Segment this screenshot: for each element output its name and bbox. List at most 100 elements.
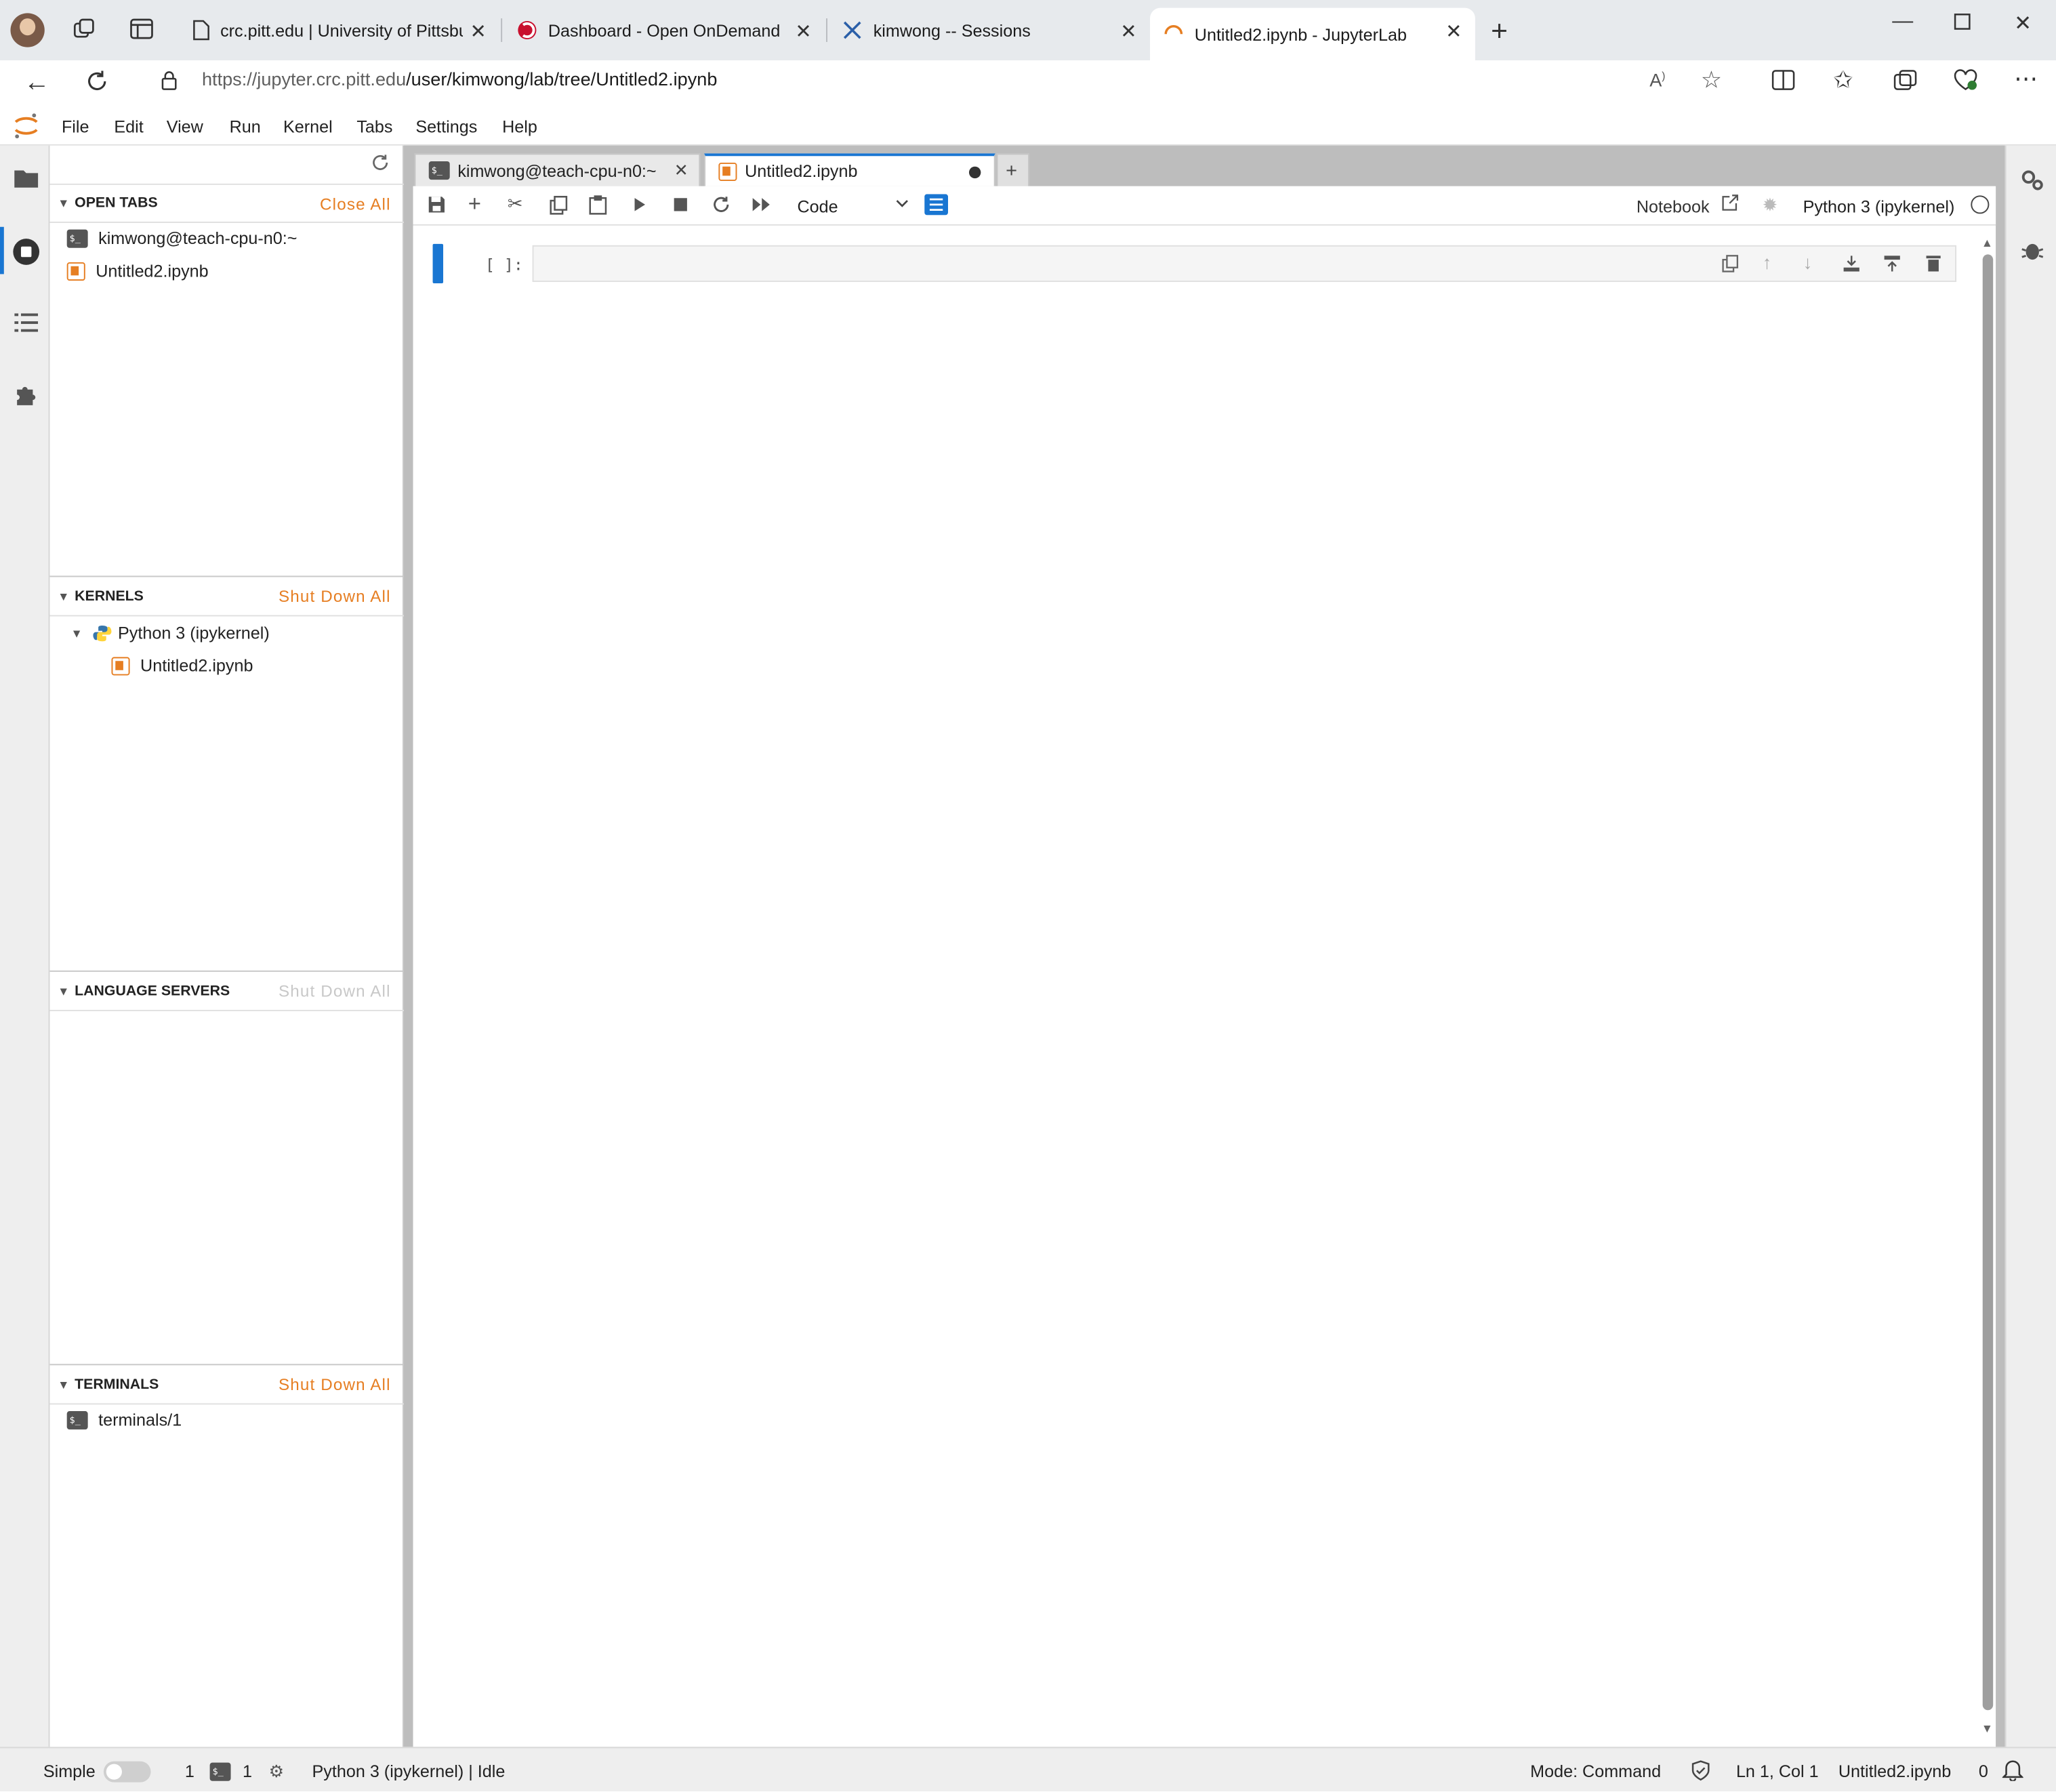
- window-close-icon[interactable]: ✕: [2014, 10, 2032, 37]
- kernel-name-button[interactable]: Python 3 (ipykernel): [1803, 197, 1955, 216]
- insert-below-icon[interactable]: [1883, 254, 1901, 272]
- browser-tab-jupyterlab[interactable]: Untitled2.ipynb - JupyterLab ✕: [1149, 7, 1475, 61]
- insert-cell-icon[interactable]: +: [468, 192, 481, 218]
- debugger-bug-icon[interactable]: ✹: [1763, 194, 1778, 216]
- close-icon[interactable]: ✕: [1445, 20, 1462, 43]
- menu-run[interactable]: Run: [230, 117, 261, 136]
- fast-forward-icon[interactable]: [752, 197, 771, 212]
- move-down-icon[interactable]: ↓: [1803, 252, 1813, 273]
- language-servers-section-header[interactable]: ▼ LANGUAGE SERVERS Shut Down All: [49, 972, 404, 1011]
- bell-icon[interactable]: [2002, 1759, 2023, 1781]
- browser-essentials-icon[interactable]: [1952, 68, 1979, 92]
- tab-actions-icon[interactable]: [130, 18, 154, 39]
- split-screen-icon[interactable]: [1771, 70, 1795, 91]
- close-icon[interactable]: ✕: [470, 20, 487, 43]
- kernels-section-header[interactable]: ▼ KERNELS Shut Down All: [49, 577, 404, 617]
- chevron-down-icon[interactable]: ▼: [70, 626, 82, 639]
- extensions-puzzle-icon[interactable]: [13, 382, 39, 408]
- maximize-icon[interactable]: [1954, 13, 1971, 30]
- shut-down-all-language-servers-button[interactable]: Shut Down All: [279, 982, 391, 1000]
- chevron-down-icon[interactable]: ▼: [58, 1378, 69, 1391]
- workspaces-icon[interactable]: [72, 17, 96, 41]
- close-icon[interactable]: ✕: [674, 160, 688, 181]
- notification-count[interactable]: 0: [1979, 1762, 1988, 1781]
- url-text[interactable]: https://jupyter.crc.pitt.edu/user/kimwon…: [202, 68, 717, 89]
- table-of-contents-icon[interactable]: [14, 312, 39, 333]
- copy-icon[interactable]: [550, 195, 568, 215]
- list-item[interactable]: $_ terminals/1: [66, 1410, 182, 1429]
- back-icon[interactable]: ←: [24, 68, 50, 99]
- menu-view[interactable]: View: [167, 117, 203, 136]
- scroll-down-icon[interactable]: ▼: [1981, 1722, 1993, 1735]
- chevron-down-icon[interactable]: ▼: [58, 984, 69, 997]
- save-icon[interactable]: [428, 195, 446, 213]
- close-all-button[interactable]: Close All: [320, 195, 391, 213]
- cursor-position[interactable]: Ln 1, Col 1: [1736, 1762, 1819, 1781]
- unsaved-dot-icon[interactable]: [968, 166, 981, 179]
- stop-icon[interactable]: [674, 198, 687, 211]
- minimize-icon[interactable]: —: [1892, 10, 1913, 34]
- favorites-icon[interactable]: ✩: [1833, 67, 1853, 95]
- browser-tab-crc[interactable]: crc.pitt.edu | University of Pittsbur ✕: [178, 8, 499, 53]
- close-icon[interactable]: ✕: [795, 20, 811, 43]
- shut-down-all-kernels-button[interactable]: Shut Down All: [279, 588, 391, 606]
- new-launcher-button[interactable]: +: [996, 153, 1029, 186]
- tab-notebook[interactable]: Untitled2.ipynb: [704, 153, 995, 186]
- read-aloud-icon[interactable]: A): [1649, 70, 1665, 91]
- debugger-icon[interactable]: [2021, 239, 2044, 262]
- menu-kernel[interactable]: Kernel: [283, 117, 333, 136]
- open-tabs-section-header[interactable]: ▼ OPEN TABS Close All: [49, 183, 404, 223]
- list-item[interactable]: Untitled2.ipynb: [66, 261, 209, 281]
- move-up-icon[interactable]: ↑: [1763, 252, 1772, 273]
- paste-icon[interactable]: [589, 194, 607, 215]
- terminals-section-header[interactable]: ▼ TERMINALS Shut Down All: [49, 1365, 404, 1405]
- folder-icon[interactable]: [13, 168, 39, 189]
- menu-help[interactable]: Help: [502, 117, 537, 136]
- reload-icon[interactable]: [84, 68, 110, 95]
- profile-avatar[interactable]: [10, 13, 45, 47]
- delete-cell-icon[interactable]: [1926, 254, 1941, 272]
- kernel-status[interactable]: Python 3 (ipykernel) | Idle: [312, 1762, 506, 1781]
- external-link-icon[interactable]: [1722, 194, 1739, 211]
- property-inspector-icon[interactable]: [924, 194, 949, 216]
- terminal-count[interactable]: 1: [243, 1762, 252, 1781]
- shield-check-icon[interactable]: [1691, 1760, 1710, 1781]
- collections-icon[interactable]: [1893, 70, 1917, 91]
- favorite-star-icon[interactable]: ☆: [1701, 67, 1722, 95]
- kernel-count[interactable]: 1: [185, 1762, 194, 1781]
- simple-mode-toggle[interactable]: [103, 1761, 151, 1783]
- scrollbar-thumb[interactable]: [1982, 254, 1994, 1711]
- menu-tabs[interactable]: Tabs: [356, 117, 392, 136]
- chevron-down-icon[interactable]: ▼: [58, 590, 69, 603]
- shut-down-all-terminals-button[interactable]: Shut Down All: [279, 1376, 391, 1394]
- lock-icon[interactable]: [160, 70, 178, 91]
- cut-icon[interactable]: ✂: [508, 192, 523, 215]
- run-icon[interactable]: [634, 197, 646, 212]
- kernel-gear-icon[interactable]: ⚙: [269, 1762, 285, 1783]
- vertical-scrollbar[interactable]: ▲ ▼: [1980, 236, 1996, 1738]
- cell-type-select[interactable]: Code: [791, 190, 909, 222]
- insert-above-icon[interactable]: [1843, 254, 1861, 272]
- property-inspector-gears-icon[interactable]: [2019, 167, 2046, 193]
- open-in-notebook-button[interactable]: Notebook: [1637, 197, 1710, 216]
- list-item[interactable]: $_ kimwong@teach-cpu-n0:~: [66, 228, 297, 248]
- menu-settings[interactable]: Settings: [415, 117, 477, 136]
- refresh-icon[interactable]: [371, 153, 390, 171]
- scroll-up-icon[interactable]: ▲: [1981, 236, 1993, 249]
- code-cell[interactable]: [ ]: ↑ ↓: [432, 243, 1959, 283]
- new-tab-icon[interactable]: +: [1491, 14, 1508, 48]
- restart-icon[interactable]: [712, 195, 731, 213]
- duplicate-cell-icon[interactable]: [1722, 254, 1739, 272]
- chevron-down-icon[interactable]: ▼: [58, 197, 69, 209]
- cell-collapser[interactable]: [432, 243, 444, 283]
- close-icon[interactable]: ✕: [1120, 20, 1136, 43]
- kernel-item[interactable]: ▼ Python 3 (ipykernel): [70, 623, 269, 643]
- more-options-icon[interactable]: ⋯: [2014, 66, 2038, 94]
- tab-terminal[interactable]: $_ kimwong@teach-cpu-n0:~ ✕: [414, 153, 701, 186]
- browser-tab-sessions[interactable]: kimwong -- Sessions ✕: [829, 8, 1150, 53]
- browser-tab-ondemand[interactable]: Dashboard - Open OnDemand ✕: [503, 8, 825, 53]
- menu-edit[interactable]: Edit: [114, 117, 143, 136]
- kernel-session-item[interactable]: Untitled2.ipynb: [111, 656, 253, 676]
- menu-file[interactable]: File: [62, 117, 89, 136]
- mode-indicator[interactable]: Mode: Command: [1530, 1762, 1661, 1781]
